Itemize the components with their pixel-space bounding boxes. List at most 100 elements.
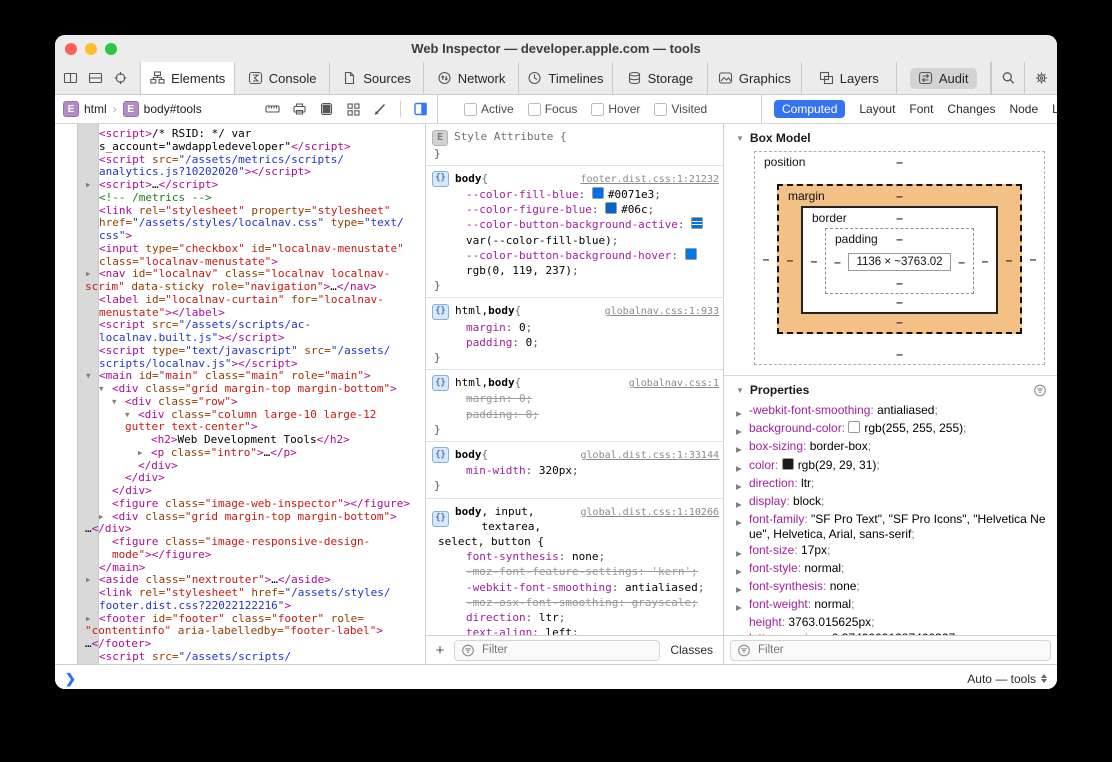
sidebar-tab-layers[interactable]: Layers [1052, 102, 1057, 116]
tab-elements[interactable]: Elements [141, 62, 235, 94]
breadcrumb-item-body-tools[interactable]: body#tools [144, 102, 202, 116]
tab-storage[interactable]: Storage [613, 62, 707, 94]
computed-property-row[interactable]: ▶-webkit-font-smoothing: antialiased; [736, 403, 1051, 421]
add-rule-button[interactable]: + [432, 642, 448, 659]
target-icon[interactable] [113, 71, 128, 85]
css-declaration[interactable]: padding: 0; [432, 407, 719, 422]
computed-property-row[interactable]: ▶box-sizing: border-box; [736, 439, 1051, 457]
css-declaration[interactable]: padding: 0; [432, 335, 719, 350]
grid4-icon[interactable] [346, 102, 361, 116]
color-swatch[interactable] [782, 458, 794, 470]
source-link[interactable]: globalnav.css:1 [623, 376, 719, 391]
sidebar-tab-node[interactable]: Node [1009, 102, 1038, 116]
panel-right-icon[interactable] [413, 102, 429, 116]
tab-layers[interactable]: Layers [802, 62, 896, 94]
box-model-position[interactable]: position– – margin– – border– – pad [754, 151, 1045, 365]
disclosure-right-icon[interactable]: ▶ [86, 179, 99, 192]
sidebar-tab-layout[interactable]: Layout [859, 102, 895, 116]
computed-property-row[interactable]: ▶font-style: normal; [736, 561, 1051, 579]
device-selector[interactable]: Auto — tools [967, 672, 1047, 686]
css-declaration[interactable]: --color-button-background-active: [432, 217, 719, 232]
css-declaration[interactable]: font-synthesis: none; [432, 549, 719, 564]
css-rule[interactable]: {}html, body {globalnav.css:1margin: 0;p… [426, 370, 723, 442]
computed-property-row[interactable]: ▶direction: ltr; [736, 476, 1051, 494]
css-declaration[interactable]: margin: 0; [432, 320, 719, 335]
properties-filter-input[interactable] [756, 643, 1044, 657]
box-model-padding[interactable]: padding– – 1136 × ~3763.02 – – [825, 228, 974, 294]
css-rule[interactable]: {}html, body {globalnav.css:1:933margin:… [426, 298, 723, 370]
disclosure-right-icon[interactable]: ▶ [736, 597, 749, 615]
styles-filter-input[interactable] [480, 643, 653, 657]
disclosure-right-icon[interactable]: ▶ [736, 403, 749, 421]
computed-property-row[interactable]: height: 3763.015625px; [736, 615, 1051, 630]
computed-property-row[interactable]: ▶background-color: rgb(255, 255, 255); [736, 421, 1051, 439]
css-rule[interactable]: {}body {global.dist.css:1:33144min-width… [426, 442, 723, 499]
css-rule[interactable]: {}body, input, textarea,global.dist.css:… [426, 499, 723, 635]
sidebar-tab-font[interactable]: Font [909, 102, 933, 116]
pseudo-toggle-hover[interactable]: Hover [591, 102, 640, 116]
css-declaration[interactable]: --color-figure-blue: #06c; [432, 202, 719, 217]
source-link[interactable]: global.dist.css:1:10266 [575, 505, 719, 520]
color-swatch[interactable] [848, 421, 860, 433]
source-link[interactable]: global.dist.css:1:33144 [575, 448, 719, 463]
classes-button[interactable]: Classes [666, 643, 717, 657]
box-model-section-header[interactable]: ▼ Box Model [724, 124, 1057, 149]
device-icon[interactable] [319, 102, 334, 116]
disclosure-right-icon[interactable]: ▶ [736, 421, 749, 439]
checkbox[interactable] [464, 103, 477, 116]
breadcrumb-item-html[interactable]: html [84, 102, 107, 116]
dom-tree-line[interactable]: ▶<p class="intro">…</p> [84, 447, 423, 460]
console-prompt-icon[interactable]: ❯ [65, 671, 76, 687]
content-size[interactable]: 1136 × ~3763.02 [848, 253, 950, 271]
disclosure-right-icon[interactable]: ▶ [736, 512, 749, 542]
disclosure-right-icon[interactable]: ▶ [86, 574, 99, 587]
source-link[interactable]: footer.dist.css:1:21232 [575, 172, 719, 187]
pseudo-toggle-visited[interactable]: Visited [654, 102, 707, 116]
computed-property-row[interactable]: ▶font-weight: normal; [736, 597, 1051, 615]
dom-tree-line[interactable]: <script src="/assets/scripts/ [84, 651, 423, 664]
css-rule[interactable]: EStyle Attribute {} [426, 124, 723, 166]
box-model-margin[interactable]: margin– – border– – padding– – [777, 184, 1022, 334]
printer-icon[interactable] [292, 102, 307, 116]
disclosure-right-icon[interactable]: ▶ [736, 458, 749, 476]
box-model-border[interactable]: border– – padding– – 1136 × ~3763.02 – [801, 206, 998, 314]
tab-console[interactable]: Console [235, 62, 329, 94]
color-swatch[interactable] [592, 187, 604, 199]
search-button[interactable] [991, 62, 1025, 94]
tab-network[interactable]: Network [424, 62, 518, 94]
tab-audit[interactable]: Audit [897, 62, 991, 94]
css-declaration[interactable]: text-align: left; [432, 625, 719, 635]
color-swatch[interactable] [605, 202, 617, 214]
disclosure-down-icon[interactable]: ▼ [86, 370, 99, 383]
css-declaration[interactable]: --color-fill-blue: #0071e3; [432, 187, 719, 202]
checkbox[interactable] [528, 103, 541, 116]
properties-filter-icon[interactable] [1033, 384, 1047, 397]
properties-filter-field[interactable] [730, 640, 1051, 661]
sidebar-tab-computed[interactable]: Computed [774, 100, 845, 118]
css-declaration[interactable]: -moz-font-feature-settings: 'kern'; [432, 564, 719, 579]
settings-button[interactable] [1025, 62, 1057, 94]
checkbox[interactable] [591, 103, 604, 116]
disclosure-right-icon[interactable]: ▶ [736, 543, 749, 561]
css-declaration[interactable]: -webkit-font-smoothing: antialiased; [432, 580, 719, 595]
sidebar-tab-changes[interactable]: Changes [947, 102, 995, 116]
disclosure-right-icon[interactable]: ▶ [736, 579, 749, 597]
tab-timelines[interactable]: Timelines [519, 62, 613, 94]
dom-tree-line[interactable]: ▶<div class="grid margin-top margin-bott… [84, 511, 423, 524]
computed-property-row[interactable]: ▶font-family: "SF Pro Text", "SF Pro Ico… [736, 512, 1051, 542]
dom-tree-line[interactable]: href="/assets/styles/localnav.css" type=… [84, 217, 423, 230]
dock-columns-icon[interactable] [63, 71, 78, 85]
pseudo-toggle-focus[interactable]: Focus [528, 102, 578, 116]
css-declaration[interactable]: min-width: 320px; [432, 463, 719, 478]
computed-property-row[interactable]: ▶color: rgb(29, 29, 31); [736, 458, 1051, 476]
css-declaration[interactable]: -moz-osx-font-smoothing: grayscale; [432, 595, 719, 610]
css-declaration[interactable]: direction: ltr; [432, 610, 719, 625]
computed-property-row[interactable]: ▶font-size: 17px; [736, 543, 1051, 561]
css-declaration[interactable]: margin: 0; [432, 391, 719, 406]
source-link[interactable]: globalnav.css:1:933 [599, 304, 719, 319]
disclosure-right-icon[interactable]: ▶ [736, 476, 749, 494]
pseudo-toggle-active[interactable]: Active [464, 102, 514, 116]
checkbox[interactable] [654, 103, 667, 116]
css-declaration[interactable]: var(--color-fill-blue); [432, 233, 719, 248]
disclosure-down-icon[interactable]: ▼ [99, 383, 112, 396]
